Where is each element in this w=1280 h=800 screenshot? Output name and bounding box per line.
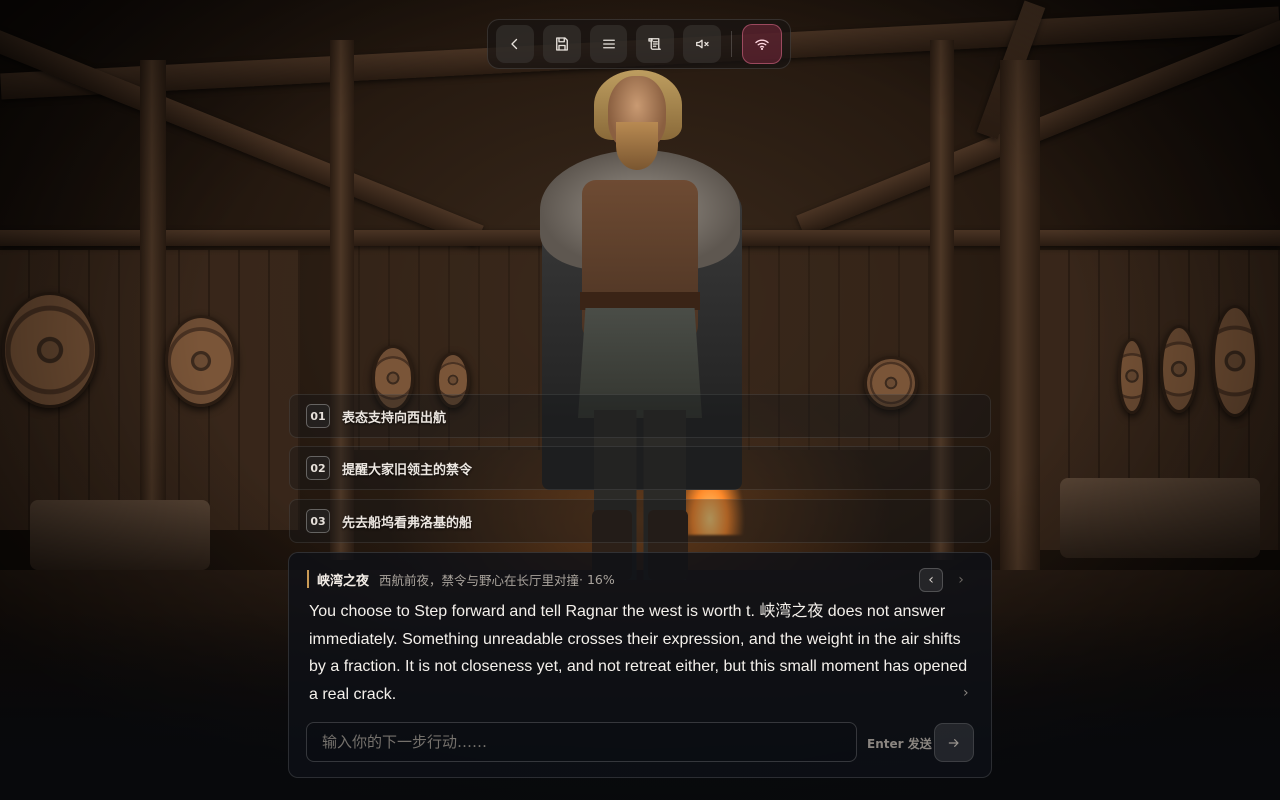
speaker-name: 峡湾之夜	[317, 573, 370, 589]
mute-icon	[696, 39, 709, 49]
back-button[interactable]	[496, 25, 534, 63]
choice-text: 表态支持向西出航	[342, 410, 447, 426]
next-page-button[interactable]: ›	[949, 568, 973, 592]
choice-number: 03	[306, 509, 330, 533]
choice-option[interactable]: 01 表态支持向西出航	[289, 394, 991, 438]
progress-percent: · 16%	[579, 571, 615, 587]
sound-toggle-button[interactable]	[683, 25, 722, 63]
continue-chevron-icon[interactable]: ›	[963, 685, 969, 701]
save-icon	[555, 37, 568, 51]
choice-option[interactable]: 03 先去船坞看弗洛基的船	[289, 499, 991, 543]
arrow-right-icon	[948, 738, 959, 747]
story-text: You choose to Step forward and tell Ragn…	[309, 603, 968, 703]
dialogue-header: 峡湾之夜 西航前夜，禁令与野心在长厅里对撞 · 16%	[307, 570, 615, 589]
choice-text: 提醒大家旧领主的禁令	[342, 462, 473, 478]
choice-number: 01	[306, 404, 330, 428]
prev-page-button[interactable]: ‹	[919, 568, 943, 592]
choice-text: 先去船坞看弗洛基的船	[342, 515, 473, 531]
send-button[interactable]	[934, 723, 974, 762]
back-icon	[511, 38, 518, 50]
network-status-button[interactable]	[742, 24, 782, 64]
wifi-icon	[755, 39, 769, 50]
scroll-icon	[648, 38, 662, 50]
toolbar-divider	[731, 31, 733, 57]
choice-number: 02	[306, 456, 330, 480]
save-button[interactable]	[542, 25, 581, 63]
send-hint: Enter 发送	[867, 737, 932, 751]
history-log-button[interactable]	[636, 25, 675, 63]
action-input[interactable]	[306, 722, 857, 762]
scene-subtitle: 西航前夜，禁令与野心在长厅里对撞	[379, 572, 580, 588]
menu-button[interactable]	[589, 25, 628, 63]
top-toolbar	[487, 19, 791, 69]
dialogue-panel: 峡湾之夜 西航前夜，禁令与野心在长厅里对撞 · 16% ‹ › You choo…	[288, 552, 992, 778]
choice-option[interactable]: 02 提醒大家旧领主的禁令	[289, 446, 991, 490]
menu-icon	[602, 39, 615, 49]
